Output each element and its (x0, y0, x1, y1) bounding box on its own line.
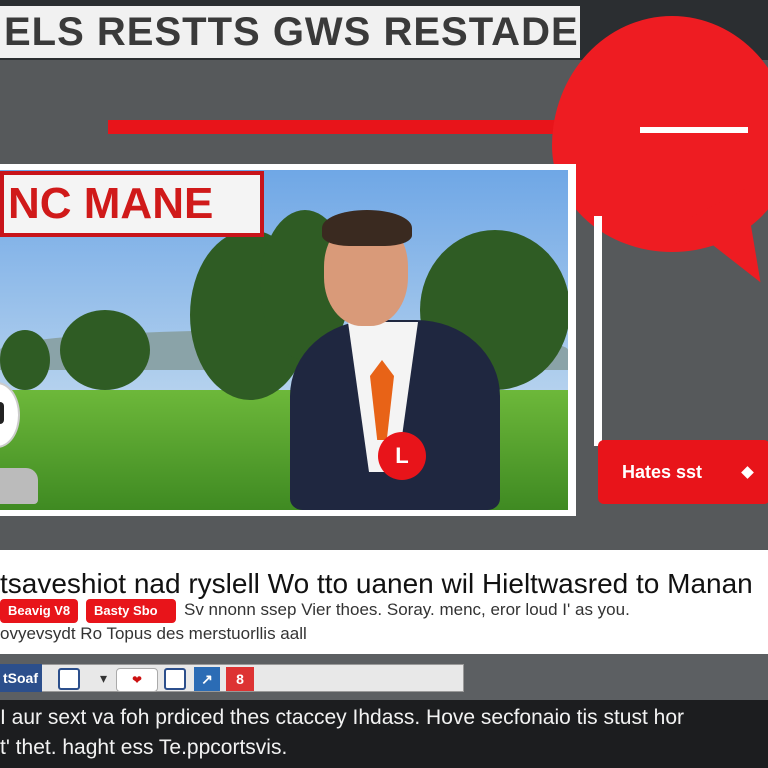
article-subline: ovyevsydt Ro Topus des merstuorllis aall (0, 624, 307, 643)
checkbox-icon[interactable] (58, 668, 80, 690)
tree (0, 330, 50, 390)
play-icon[interactable]: L (378, 432, 426, 480)
red-divider (108, 120, 578, 134)
play-glyph: L (395, 443, 409, 468)
side-tab (0, 468, 38, 504)
toolbar-label: tSoaf (0, 664, 42, 692)
tree (60, 310, 150, 390)
chevron-down-icon[interactable]: ▾ (100, 670, 107, 687)
name-tag-text: NC MANE (4, 175, 260, 233)
vertical-divider (594, 216, 602, 446)
caption-line: I aur sext va foh prdiced thes ctaccey I… (0, 706, 685, 729)
facebook-icon[interactable] (164, 668, 186, 690)
caption-bar: I aur sext va foh prdiced thes ctaccey I… (0, 700, 768, 768)
like-button[interactable]: ❤ (116, 668, 158, 692)
hashtag-button-label: Hates sst (622, 461, 703, 482)
tag-badge[interactable]: Basty Sbo (86, 599, 176, 623)
share-count-badge: 8 (226, 667, 254, 691)
minimize-dash-icon[interactable] (640, 127, 748, 133)
masthead-title: ELS RESTTS GWS RESTADE (0, 6, 580, 58)
lower-third-name-tag: NC MANE (0, 171, 264, 237)
person-hair (322, 210, 412, 246)
twitter-icon[interactable]: ↗ (194, 667, 220, 691)
caption-line: t' thet. haght ess Te.ppcortsvis. (0, 736, 288, 759)
article-subline: Sv nnonn ssep Vier thoes. Soray. menc, e… (184, 600, 630, 619)
article-headline[interactable]: tsaveshiot nad ryslell Wo tto uanen wil … (0, 568, 753, 600)
hashtag-button[interactable]: Hates sst (598, 440, 768, 504)
tag-badge[interactable]: Beavig V8 (0, 599, 78, 623)
chevron-down-icon (741, 466, 754, 479)
